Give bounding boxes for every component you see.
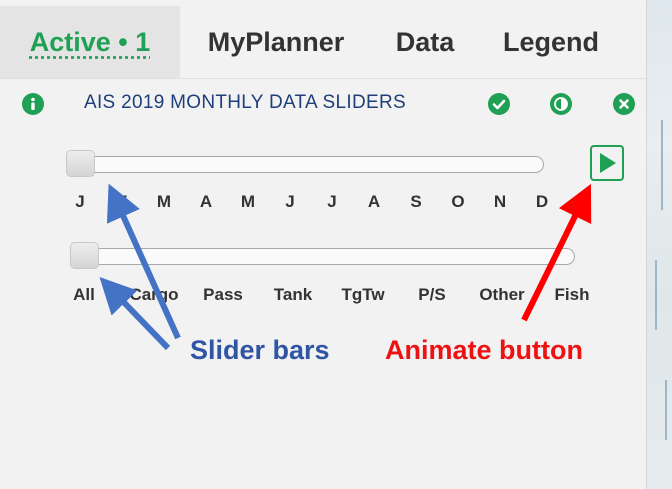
active-layers-panel: Active • 1 MyPlanner Data Legend AIS 201… <box>0 0 646 489</box>
slider-bars-arrow-upper <box>106 183 181 340</box>
vessel-tick: Cargo <box>129 285 179 304</box>
month-tick: F <box>116 192 128 211</box>
month-tick: J <box>327 192 337 211</box>
tab-data-label: Data <box>395 27 455 57</box>
month-tick: O <box>451 192 465 211</box>
animate-button-annotation: Animate button <box>385 335 583 365</box>
vessel-tick: P/S <box>418 285 446 304</box>
tab-data[interactable]: Data <box>370 6 480 78</box>
tab-bar: Active • 1 MyPlanner Data Legend <box>0 0 646 79</box>
month-tick: A <box>199 192 213 211</box>
vessel-tick: All <box>73 285 95 304</box>
vessel-slider-handle[interactable] <box>70 242 99 269</box>
vessel-tick: Pass <box>203 285 243 304</box>
vessel-tick: TgTw <box>341 285 385 304</box>
month-slider-track[interactable] <box>68 156 544 173</box>
slider-bars-annotation: Slider bars <box>190 335 330 365</box>
info-icon[interactable] <box>22 93 44 115</box>
tab-myplanner-label: MyPlanner <box>207 27 345 57</box>
tab-myplanner[interactable]: MyPlanner <box>186 6 366 78</box>
tab-legend[interactable]: Legend <box>490 6 612 78</box>
vessel-tick: Other <box>479 285 525 304</box>
month-tick: J <box>75 192 85 211</box>
vessel-tick: Fish <box>554 285 590 304</box>
month-tick: M <box>240 192 256 211</box>
month-tick: J <box>285 192 295 211</box>
month-tick: A <box>367 192 381 211</box>
animate-button[interactable] <box>590 145 624 181</box>
month-tick: D <box>535 192 549 211</box>
panel-title: AIS 2019 MONTHLY DATA SLIDERS <box>84 92 406 113</box>
month-tick: M <box>156 192 172 211</box>
vessel-slider-track[interactable] <box>80 248 575 265</box>
play-icon <box>600 153 616 173</box>
tab-active-label: Active • 1 <box>29 27 151 57</box>
check-circle-icon[interactable] <box>488 93 510 115</box>
tab-legend-label: Legend <box>502 27 599 57</box>
contrast-icon[interactable] <box>550 93 572 115</box>
vessel-tick: Tank <box>273 285 313 304</box>
month-tick: N <box>493 192 507 211</box>
month-slider-handle[interactable] <box>66 150 95 177</box>
tab-active[interactable]: Active • 1 <box>0 6 180 78</box>
close-circle-icon[interactable] <box>613 93 635 115</box>
month-tick: S <box>410 192 422 211</box>
map-background <box>646 0 672 489</box>
